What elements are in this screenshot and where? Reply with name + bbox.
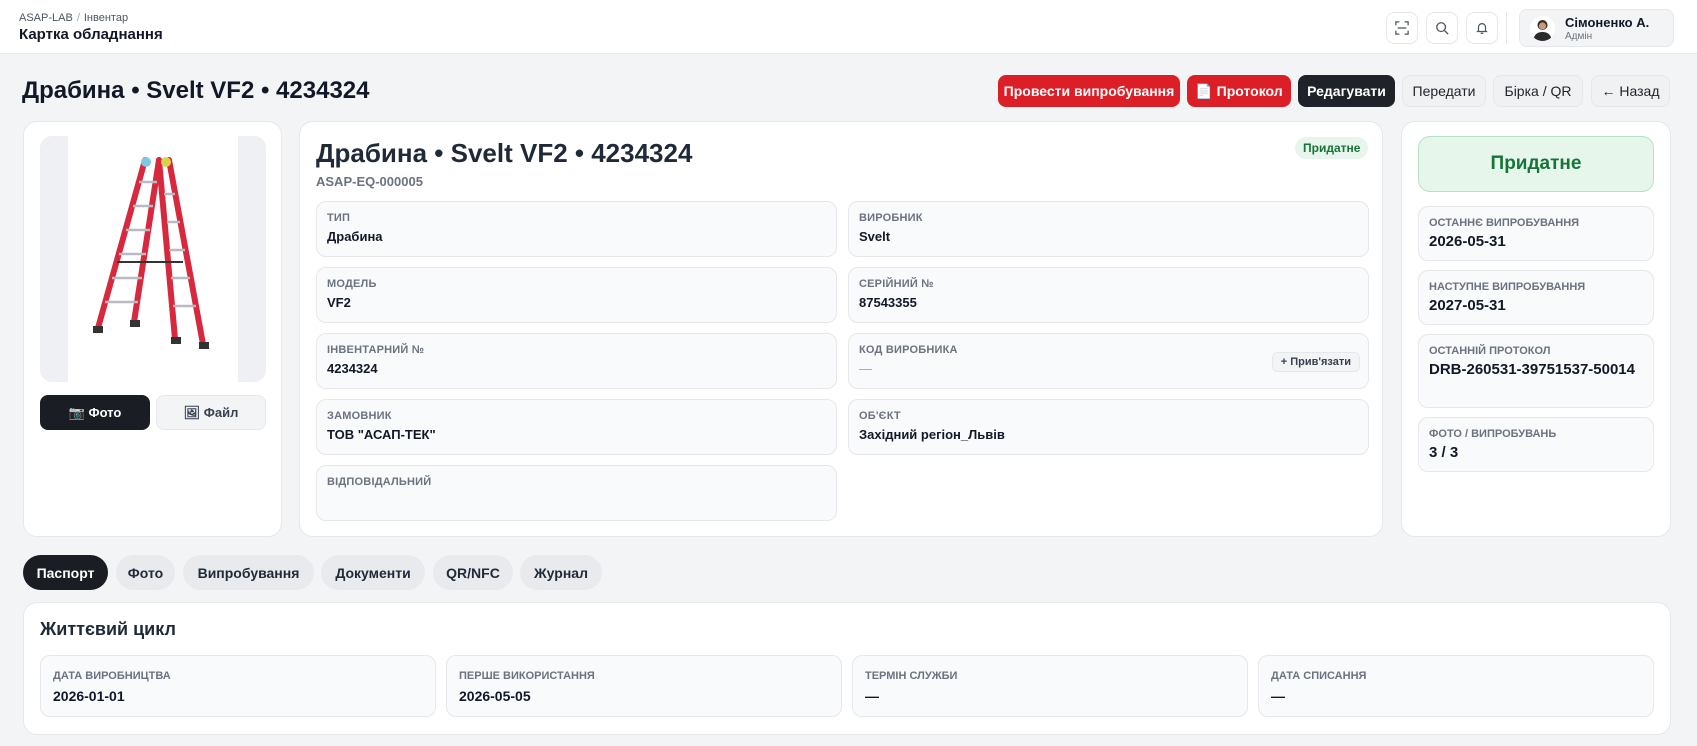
field-type: ТИП Драбина <box>316 201 837 257</box>
notifications-button[interactable] <box>1466 12 1498 44</box>
tab-documents[interactable]: Документи <box>321 555 425 590</box>
lifecycle-label: ТЕРМІН СЛУЖБИ <box>865 670 958 682</box>
lifecycle-value: 2026-05-05 <box>459 688 531 704</box>
field-label: ОБ'ЄКТ <box>859 410 901 422</box>
field-model: МОДЕЛЬ VF2 <box>316 267 837 323</box>
field-value: Драбина <box>327 229 383 244</box>
field-customer: ЗАМОВНИК ТОВ "АСАП-ТЕК" <box>316 399 837 455</box>
field-site: ОБ'ЄКТ Західний регіон_Львів <box>848 399 1369 455</box>
tag-qr-button[interactable]: Бірка / QR <box>1493 75 1583 107</box>
field-label: КОД ВИРОБНИКА <box>859 344 958 356</box>
protocol-button[interactable]: 📄 Протокол <box>1187 75 1291 107</box>
add-photo-button[interactable]: 📷 Фото <box>40 395 150 430</box>
field-label: ВІДПОВІДАЛЬНИЙ <box>327 476 432 488</box>
field-label: ВИРОБНИК <box>859 212 923 224</box>
page-title: Драбина • Svelt VF2 • 4234324 <box>22 77 370 104</box>
equipment-code: ASAP-EQ-000005 <box>316 174 423 189</box>
user-menu[interactable]: Сімоненко А. Адмін <box>1519 9 1674 47</box>
field-value: 4234324 <box>327 361 378 376</box>
field-responsible: ВІДПОВІДАЛЬНИЙ <box>316 465 837 521</box>
ladder-image <box>93 157 209 349</box>
field-value: Svelt <box>859 229 891 244</box>
lifecycle-label: ДАТА СПИСАННЯ <box>1271 670 1367 682</box>
top-bar: ASAP-LAB / Інвентар Картка обладнання Сімо… <box>0 0 1697 54</box>
bell-icon <box>1476 23 1488 34</box>
field-label: СЕРІЙНИЙ № <box>859 278 934 290</box>
field-manufacturer-code: КОД ВИРОБНИКА — + Прив'язати <box>848 333 1369 389</box>
stat-last-protocol[interactable]: ОСТАННІЙ ПРОТОКОЛ DRB-260531-39751537-50… <box>1418 334 1654 408</box>
lifecycle-production-date: ДАТА ВИРОБНИЦТВА 2026-01-01 <box>40 655 436 717</box>
field-label: ТИП <box>327 212 351 224</box>
user-role: Адмін <box>1565 31 1593 42</box>
lifecycle-decommission-date: ДАТА СПИСАННЯ — <box>1258 655 1654 717</box>
stat-label: ОСТАННІЙ ПРОТОКОЛ <box>1429 345 1551 357</box>
stat-last-test: ОСТАННЄ ВИПРОБУВАННЯ 2026-05-31 <box>1418 206 1654 261</box>
equipment-photo[interactable] <box>40 136 266 382</box>
stat-value: 2027-05-31 <box>1429 297 1506 314</box>
equipment-title: Драбина • Svelt VF2 • 4234324 <box>316 138 693 168</box>
field-value: ТОВ "АСАП-ТЕК" <box>327 427 436 442</box>
stat-label: ОСТАННЄ ВИПРОБУВАННЯ <box>1429 217 1580 229</box>
avatar <box>1530 16 1555 41</box>
breadcrumb-separator: / <box>76 12 80 24</box>
scan-button[interactable] <box>1386 12 1418 44</box>
field-serial: СЕРІЙНИЙ № 87543355 <box>848 267 1369 323</box>
stat-value: DRB-260531-39751537-50014 <box>1429 361 1635 378</box>
edit-button[interactable]: Редагувати <box>1298 75 1395 107</box>
topbar-title: Картка обладнання <box>19 26 163 43</box>
tab-photo[interactable]: Фото <box>116 555 175 590</box>
lifecycle-value: — <box>865 688 879 704</box>
tab-passport[interactable]: Паспорт <box>23 555 108 590</box>
link-code-button[interactable]: + Прив'язати <box>1271 352 1360 372</box>
lifecycle-value: 2026-01-01 <box>53 688 125 704</box>
tab-qr-nfc[interactable]: QR/NFC <box>433 555 513 590</box>
topbar-divider <box>1506 12 1507 44</box>
lifecycle-title: Життєвий цикл <box>40 619 176 639</box>
lifecycle-label: ДАТА ВИРОБНИЦТВА <box>53 670 171 682</box>
field-label: ЗАМОВНИК <box>327 410 392 422</box>
breadcrumb: ASAP-LAB / Інвентар <box>19 12 128 24</box>
status-card: Придатне ОСТАННЄ ВИПРОБУВАННЯ 2026-05-31… <box>1401 121 1671 537</box>
stat-value: 2026-05-31 <box>1429 233 1506 250</box>
stat-label: НАСТУПНЕ ВИПРОБУВАННЯ <box>1429 281 1586 293</box>
transfer-button[interactable]: Передати <box>1402 75 1486 107</box>
run-test-button[interactable]: Провести випробування <box>998 75 1180 107</box>
back-button[interactable]: ← Назад <box>1591 75 1670 107</box>
tab-tests[interactable]: Випробування <box>183 555 314 590</box>
lifecycle-value: — <box>1271 688 1285 704</box>
field-manufacturer: ВИРОБНИК Svelt <box>848 201 1369 257</box>
tab-journal[interactable]: Журнал <box>520 555 602 590</box>
search-icon <box>1436 22 1449 35</box>
stat-photo-count: ФОТО / ВИПРОБУВАНЬ 3 / 3 <box>1418 417 1654 472</box>
field-value: 87543355 <box>859 295 917 310</box>
field-value: Західний регіон_Львів <box>859 427 1005 442</box>
stat-label: ФОТО / ВИПРОБУВАНЬ <box>1429 428 1557 440</box>
field-inventory-number: ІНВЕНТАРНИЙ № 4234324 <box>316 333 837 389</box>
lifecycle-service-life: ТЕРМІН СЛУЖБИ — <box>852 655 1248 717</box>
equipment-info-card: Драбина • Svelt VF2 • 4234324 ASAP-EQ-00… <box>299 121 1383 537</box>
lifecycle-first-use: ПЕРШЕ ВИКОРИСТАННЯ 2026-05-05 <box>446 655 842 717</box>
add-file-button[interactable]: 🖼 Файл <box>156 395 266 430</box>
field-label: МОДЕЛЬ <box>327 278 377 290</box>
breadcrumb-inventory[interactable]: Інвентар <box>84 12 128 24</box>
lifecycle-label: ПЕРШЕ ВИКОРИСТАННЯ <box>459 670 595 682</box>
field-value: — <box>859 361 872 376</box>
status-badge: Придатне <box>1295 137 1369 159</box>
stat-next-test: НАСТУПНЕ ВИПРОБУВАННЯ 2027-05-31 <box>1418 270 1654 325</box>
stat-value: 3 / 3 <box>1429 444 1459 461</box>
user-name: Сімоненко А. <box>1565 15 1650 30</box>
scan-icon <box>1395 21 1409 35</box>
field-value: VF2 <box>327 295 351 310</box>
lifecycle-card: Життєвий цикл ДАТА ВИРОБНИЦТВА 2026-01-0… <box>23 602 1671 735</box>
photo-card: 📷 Фото 🖼 Файл <box>23 121 282 537</box>
field-label: ІНВЕНТАРНИЙ № <box>327 344 425 356</box>
breadcrumb-root[interactable]: ASAP-LAB <box>19 12 73 24</box>
search-button[interactable] <box>1426 12 1458 44</box>
status-indicator: Придатне <box>1418 136 1654 192</box>
